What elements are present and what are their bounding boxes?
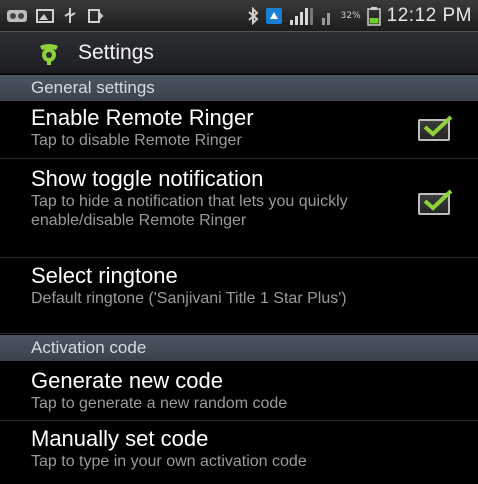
pref-summary: Tap to hide a notification that lets you… xyxy=(31,193,348,229)
signal-icon xyxy=(321,6,335,26)
category-header-activation: Activation code xyxy=(0,335,478,361)
app-bar: Settings xyxy=(0,32,478,74)
notification-icon xyxy=(6,7,28,25)
pref-summary: Tap to disable Remote Ringer xyxy=(31,132,242,149)
network-icon xyxy=(265,7,283,25)
status-bar: 32% 12:12 PM xyxy=(0,0,478,32)
pref-title: Show toggle notification xyxy=(31,166,264,191)
checkmark-icon xyxy=(423,115,453,137)
pref-show-toggle-notification[interactable]: Show toggle notification Tap to hide a n… xyxy=(0,160,478,258)
status-time: 12:12 PM xyxy=(386,4,472,26)
signal-icon xyxy=(289,6,315,26)
page-title: Settings xyxy=(78,40,154,64)
pref-title: Select ringtone xyxy=(31,263,178,288)
pref-summary: Default ringtone ('Sanjivani Title 1 Sta… xyxy=(31,290,347,307)
pref-title: Generate new code xyxy=(31,368,224,393)
pref-select-ringtone[interactable]: Select ringtone Default ringtone ('Sanji… xyxy=(0,259,478,334)
show-toggle-notification-checkbox[interactable] xyxy=(418,189,453,215)
image-icon xyxy=(36,8,54,24)
pref-manually-set-code[interactable]: Manually set code Tap to type in your ow… xyxy=(0,422,478,484)
pref-title: Enable Remote Ringer xyxy=(31,105,254,130)
pref-summary: Tap to type in your own activation code xyxy=(31,453,307,470)
battery-percent: 32% xyxy=(340,10,361,21)
pref-title: Manually set code xyxy=(31,426,209,451)
enable-remote-ringer-checkbox[interactable] xyxy=(418,115,453,141)
category-header-general: General settings xyxy=(0,75,478,101)
pref-generate-new-code[interactable]: Generate new code Tap to generate a new … xyxy=(0,362,478,421)
checkmark-icon xyxy=(423,189,453,211)
battery-icon xyxy=(366,6,381,26)
remote-ringer-app-icon xyxy=(36,40,62,66)
bluetooth-icon xyxy=(247,6,259,25)
pref-enable-remote-ringer[interactable]: Enable Remote Ringer Tap to disable Remo… xyxy=(0,101,478,159)
pref-summary: Tap to generate a new random code xyxy=(31,395,288,412)
usb-icon xyxy=(62,7,78,25)
sync-icon xyxy=(86,7,104,25)
